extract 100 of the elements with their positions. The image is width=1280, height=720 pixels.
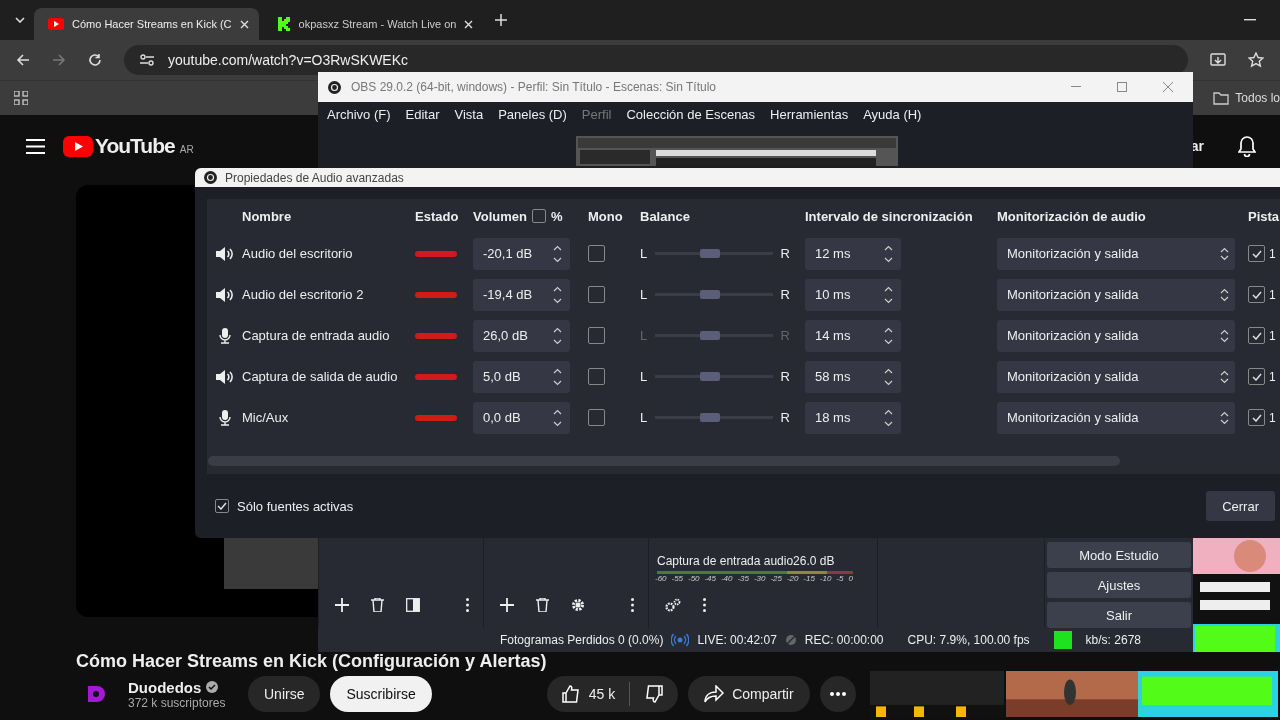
address-bar[interactable]: youtube.com/watch?v=O3RwSKWEKc xyxy=(124,45,1188,75)
percent-checkbox[interactable] xyxy=(531,209,546,223)
maximize-icon[interactable] xyxy=(1117,82,1127,92)
trash-icon[interactable] xyxy=(371,598,384,612)
rec-time: REC: 00:00:00 xyxy=(804,633,884,647)
reload-icon[interactable] xyxy=(88,53,102,67)
spin-arrows-icon[interactable] xyxy=(553,285,562,304)
track-checkbox[interactable] xyxy=(1248,286,1265,303)
channel-avatar[interactable] xyxy=(86,684,106,704)
spin-arrows-icon[interactable] xyxy=(884,408,893,427)
new-tab-icon[interactable] xyxy=(495,14,508,26)
spin-arrows-icon[interactable] xyxy=(884,285,893,304)
menu-item[interactable]: Paneles (D) xyxy=(498,106,567,122)
browser-tab[interactable]: Cómo Hacer Streams en Kick (C xyxy=(34,8,259,40)
column-header: Balance xyxy=(640,208,691,224)
sync-spinbox[interactable]: 58 ms xyxy=(805,360,901,393)
track-checkbox[interactable] xyxy=(1248,327,1265,344)
more-icon[interactable] xyxy=(631,598,634,612)
back-icon[interactable] xyxy=(16,53,30,67)
control-button[interactable]: Salir xyxy=(1047,602,1191,628)
volume-spinbox[interactable]: 0,0 dB xyxy=(473,401,570,434)
mono-checkbox[interactable] xyxy=(588,245,605,262)
join-button[interactable]: Unirse xyxy=(248,676,321,712)
sync-spinbox[interactable]: 14 ms xyxy=(805,319,901,352)
sync-spinbox[interactable]: 10 ms xyxy=(805,278,901,311)
spin-arrows-icon[interactable] xyxy=(884,367,893,386)
spin-arrows-icon[interactable] xyxy=(553,326,562,345)
k-icon xyxy=(276,17,291,31)
install-icon[interactable] xyxy=(1210,52,1226,68)
add-icon[interactable] xyxy=(500,598,514,612)
track-checkbox[interactable] xyxy=(1248,409,1265,426)
more-icon[interactable] xyxy=(703,598,706,612)
filter-icon[interactable] xyxy=(406,598,420,612)
more-icon[interactable] xyxy=(466,598,469,612)
track-label: 1 xyxy=(1269,369,1276,384)
active-only-checkbox[interactable]: Sólo fuentes activas xyxy=(215,498,354,514)
add-icon[interactable] xyxy=(335,598,349,612)
minimize-icon[interactable] xyxy=(1244,19,1256,21)
channel-name[interactable]: Duodedos xyxy=(128,678,202,696)
menu-item[interactable]: Vista xyxy=(454,106,484,122)
mono-checkbox[interactable] xyxy=(588,327,605,344)
menu-item[interactable]: Editar xyxy=(405,106,440,122)
obs-logo-icon xyxy=(328,80,341,94)
volume-spinbox[interactable]: 5,0 dB xyxy=(473,360,570,393)
monitoring-dropdown[interactable]: Monitorización y salida xyxy=(997,278,1235,311)
mono-checkbox[interactable] xyxy=(588,286,605,303)
chevron-down-icon xyxy=(15,17,25,23)
column-header: Monitorización de audio xyxy=(997,208,1147,224)
sync-spinbox[interactable]: 12 ms xyxy=(805,237,901,270)
dropdown-arrows-icon xyxy=(1220,369,1229,384)
track-checkbox[interactable] xyxy=(1248,368,1265,385)
spin-arrows-icon[interactable] xyxy=(553,244,562,263)
trash-icon[interactable] xyxy=(536,598,549,612)
microphone-icon xyxy=(218,409,231,426)
menu-item[interactable]: Ayuda (H) xyxy=(863,106,922,122)
browser-tab[interactable]: okpasxz Stream - Watch Live on xyxy=(262,8,484,40)
spin-arrows-icon[interactable] xyxy=(553,367,562,386)
monitoring-dropdown[interactable]: Monitorización y salida xyxy=(997,360,1235,393)
monitoring-dropdown[interactable]: Monitorización y salida xyxy=(997,319,1235,352)
check-icon xyxy=(1251,249,1262,258)
menu-item[interactable]: Herramientas xyxy=(770,106,849,122)
menu-icon[interactable] xyxy=(26,138,45,154)
settings-icon[interactable] xyxy=(571,598,585,612)
mono-checkbox[interactable] xyxy=(588,409,605,426)
more-button[interactable] xyxy=(819,676,856,712)
star-icon[interactable] xyxy=(1248,52,1264,68)
mono-checkbox[interactable] xyxy=(588,368,605,385)
share-button[interactable]: Compartir xyxy=(688,676,810,712)
play-icon xyxy=(48,18,64,30)
meter-scale-label: -35 xyxy=(737,574,749,583)
menu-item[interactable]: Archivo (F) xyxy=(327,106,391,122)
monitoring-dropdown[interactable]: Monitorización y salida xyxy=(997,401,1235,434)
volume-spinbox[interactable]: 26,0 dB xyxy=(473,319,570,352)
control-button[interactable]: Ajustes xyxy=(1047,572,1191,598)
source-name: Captura de salida de audio xyxy=(242,369,399,384)
bell-icon[interactable] xyxy=(1238,135,1256,157)
column-header: Nombre xyxy=(242,208,293,224)
apps-icon[interactable] xyxy=(14,91,28,105)
close-button[interactable]: Cerrar xyxy=(1206,491,1275,521)
monitoring-dropdown[interactable]: Monitorización y salida xyxy=(997,237,1235,270)
check-icon xyxy=(1251,372,1262,381)
forward-icon[interactable] xyxy=(52,53,66,67)
spin-arrows-icon[interactable] xyxy=(884,326,893,345)
site-settings-icon[interactable] xyxy=(140,54,154,66)
sync-spinbox[interactable]: 18 ms xyxy=(805,401,901,434)
subscribe-button[interactable]: Suscribirse xyxy=(330,676,432,712)
balance-right-label: R xyxy=(780,369,790,384)
minimize-icon[interactable] xyxy=(1071,86,1081,88)
track-checkbox[interactable] xyxy=(1248,245,1265,262)
volume-spinbox[interactable]: -20,1 dB xyxy=(473,237,570,270)
volume-spinbox[interactable]: -19,4 dB xyxy=(473,278,570,311)
bookmarks-folder[interactable]: Todos lo xyxy=(1213,91,1280,105)
mixer-reading: 26.0 dB xyxy=(793,554,835,568)
spin-arrows-icon[interactable] xyxy=(884,244,893,263)
menu-item[interactable]: Colección de Escenas xyxy=(626,106,756,122)
control-button[interactable]: Modo Estudio xyxy=(1047,542,1191,568)
spin-arrows-icon[interactable] xyxy=(553,408,562,427)
dropdown-arrows-icon xyxy=(1220,246,1229,261)
gears-icon[interactable] xyxy=(665,598,681,612)
source-name: Mic/Aux xyxy=(242,410,290,425)
